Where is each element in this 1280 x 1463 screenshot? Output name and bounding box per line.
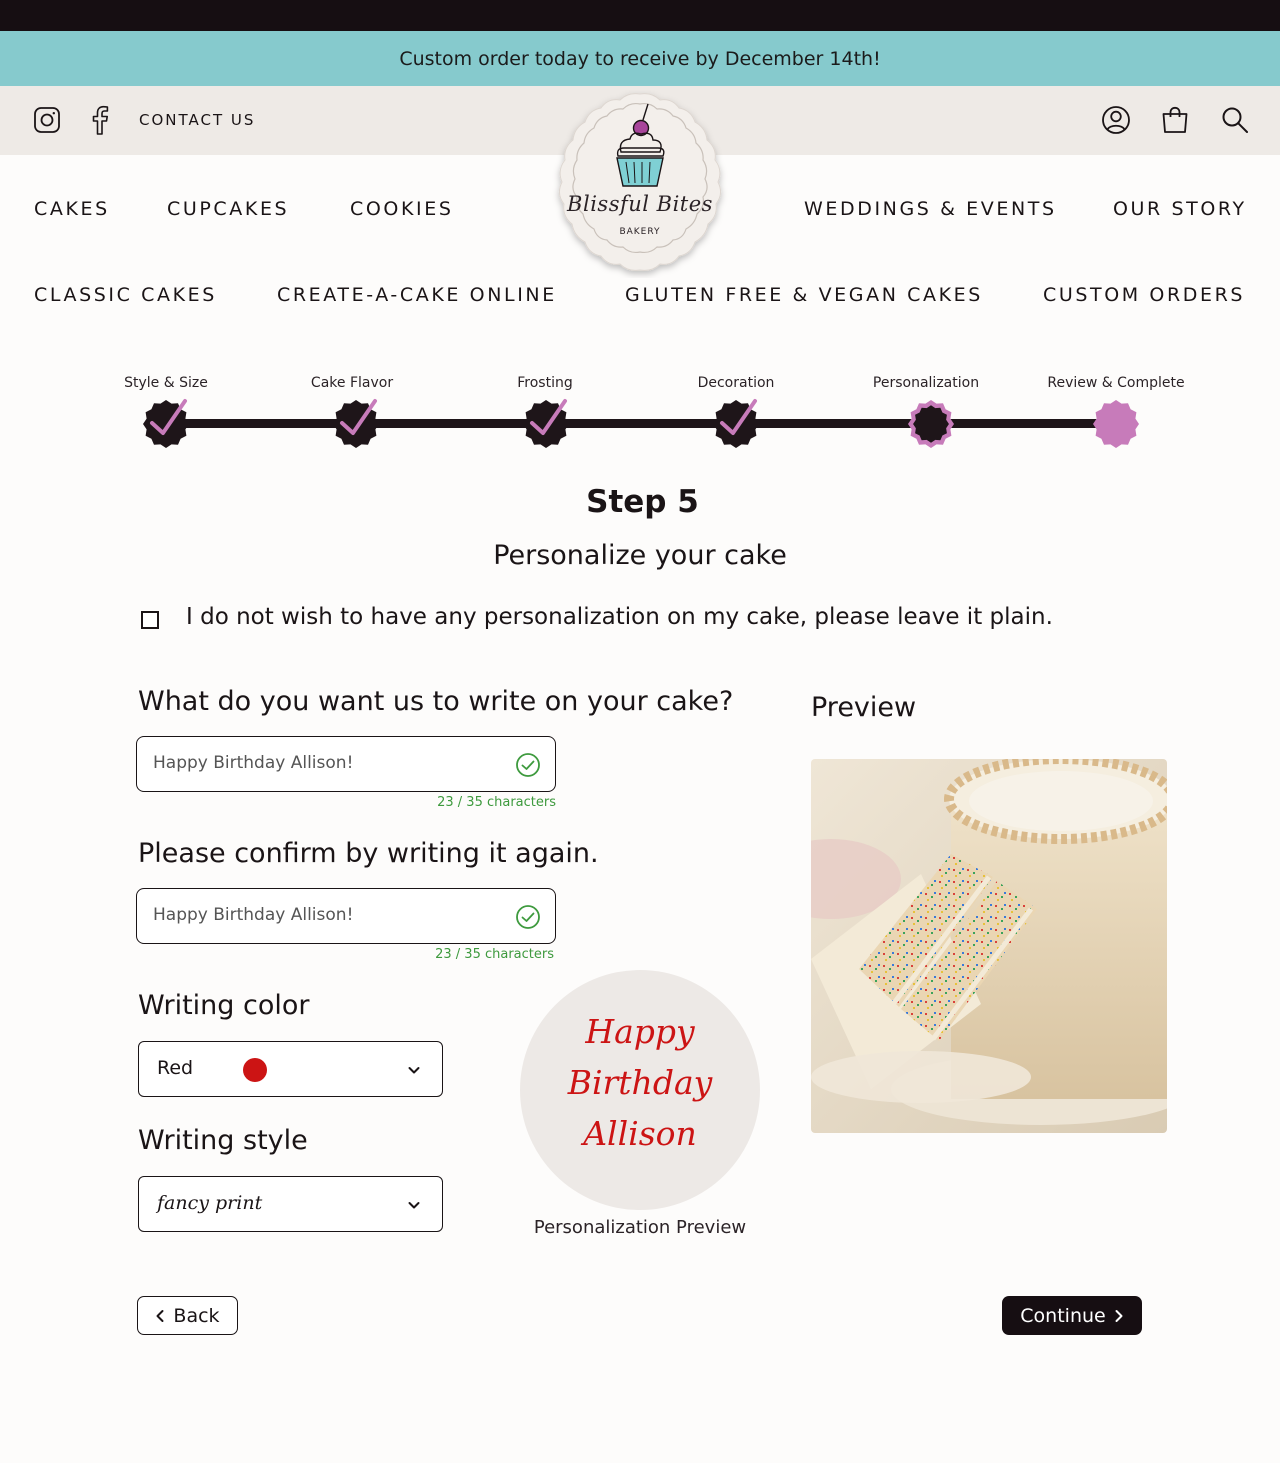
- search-icon[interactable]: [1219, 104, 1251, 136]
- message-char-count: 23 / 35 characters: [437, 795, 556, 810]
- message-input[interactable]: Happy Birthday Allison!: [136, 736, 556, 792]
- chevron-right-icon: [1115, 1309, 1123, 1322]
- nav-gluten-free-vegan[interactable]: GLUTEN FREE & VEGAN CAKES: [625, 284, 983, 306]
- step-node-complete[interactable]: [711, 398, 761, 448]
- progress-track: [165, 419, 1115, 428]
- message-input-value: Happy Birthday Allison!: [153, 753, 354, 773]
- nav-cakes[interactable]: CAKES: [34, 198, 110, 220]
- account-icon[interactable]: [1100, 104, 1132, 136]
- message-question: What do you want us to write on your cak…: [138, 686, 734, 717]
- step-label-cake-flavor: Cake Flavor: [310, 375, 394, 391]
- nav-our-story[interactable]: OUR STORY: [1113, 198, 1247, 220]
- step-label-review-complete: Review & Complete: [1047, 375, 1185, 391]
- step-node-complete[interactable]: [331, 398, 381, 448]
- logo-script-text: Blissful Bites: [567, 192, 713, 216]
- nav-custom-orders[interactable]: CUSTOM ORDERS: [1043, 284, 1245, 306]
- continue-button[interactable]: Continue: [1002, 1296, 1142, 1335]
- writing-color-select[interactable]: Red: [138, 1041, 443, 1097]
- step-label-decoration: Decoration: [697, 375, 775, 391]
- step-node-upcoming: [1091, 398, 1141, 448]
- chevron-left-icon: [156, 1309, 164, 1322]
- no-personalization-label[interactable]: I do not wish to have any personalizatio…: [186, 604, 1053, 630]
- preview-title: Preview: [811, 692, 917, 723]
- preview-line: Birthday: [567, 1063, 713, 1102]
- continue-button-label: Continue: [1020, 1304, 1106, 1327]
- back-button-label: Back: [173, 1304, 220, 1327]
- check-circle-icon: [516, 905, 540, 929]
- nav-weddings-events[interactable]: WEDDINGS & EVENTS: [804, 198, 1057, 220]
- writing-style-value: fancy print: [157, 1192, 263, 1214]
- logo-sub-text: BAKERY: [619, 227, 661, 237]
- step-node-complete[interactable]: [141, 398, 191, 448]
- nav-classic-cakes[interactable]: CLASSIC CAKES: [34, 284, 217, 306]
- back-button[interactable]: Back: [137, 1296, 238, 1335]
- color-swatch: [243, 1058, 267, 1082]
- check-circle-icon: [516, 753, 540, 777]
- preview-line: Allison: [583, 1114, 697, 1153]
- bakery-logo[interactable]: Blissful Bites BAKERY: [546, 90, 734, 278]
- instagram-icon[interactable]: [31, 104, 63, 136]
- confirm-input-value: Happy Birthday Allison!: [153, 905, 354, 925]
- cart-icon[interactable]: [1159, 104, 1191, 136]
- chevron-down-icon: [408, 1202, 420, 1209]
- step-label-frosting: Frosting: [517, 375, 573, 391]
- no-personalization-checkbox[interactable]: [141, 611, 159, 629]
- preview-line: Happy: [585, 1012, 695, 1051]
- step-subtitle: Personalize your cake: [493, 540, 787, 571]
- contact-us-link[interactable]: CONTACT US: [139, 111, 255, 129]
- chevron-down-icon: [408, 1067, 420, 1074]
- confirm-question: Please confirm by writing it again.: [138, 838, 599, 869]
- cake-preview-image: [811, 759, 1167, 1133]
- step-node-complete[interactable]: [521, 398, 571, 448]
- step-node-current[interactable]: [906, 398, 956, 448]
- facebook-icon[interactable]: [84, 104, 116, 136]
- top-bar: [0, 0, 1280, 31]
- writing-style-select[interactable]: fancy print: [138, 1176, 443, 1232]
- step-label-style-size: Style & Size: [124, 375, 208, 391]
- nav-create-a-cake[interactable]: CREATE-A-CAKE ONLINE: [277, 284, 557, 306]
- personalization-preview-circle: Happy Birthday Allison: [520, 970, 760, 1210]
- personalization-preview-caption: Personalization Preview: [533, 1217, 747, 1238]
- promo-banner: Custom order today to receive by Decembe…: [0, 31, 1280, 86]
- step-label-personalization: Personalization: [872, 375, 980, 391]
- nav-cookies[interactable]: COOKIES: [350, 198, 454, 220]
- confirm-char-count: 23 / 35 characters: [435, 947, 554, 962]
- writing-color-label: Writing color: [138, 990, 310, 1021]
- nav-cupcakes[interactable]: CUPCAKES: [167, 198, 289, 220]
- writing-color-value: Red: [157, 1057, 194, 1079]
- step-title: Step 5: [586, 484, 699, 520]
- writing-style-label: Writing style: [138, 1125, 308, 1156]
- promo-text: Custom order today to receive by Decembe…: [399, 47, 881, 70]
- confirm-input[interactable]: Happy Birthday Allison!: [136, 888, 556, 944]
